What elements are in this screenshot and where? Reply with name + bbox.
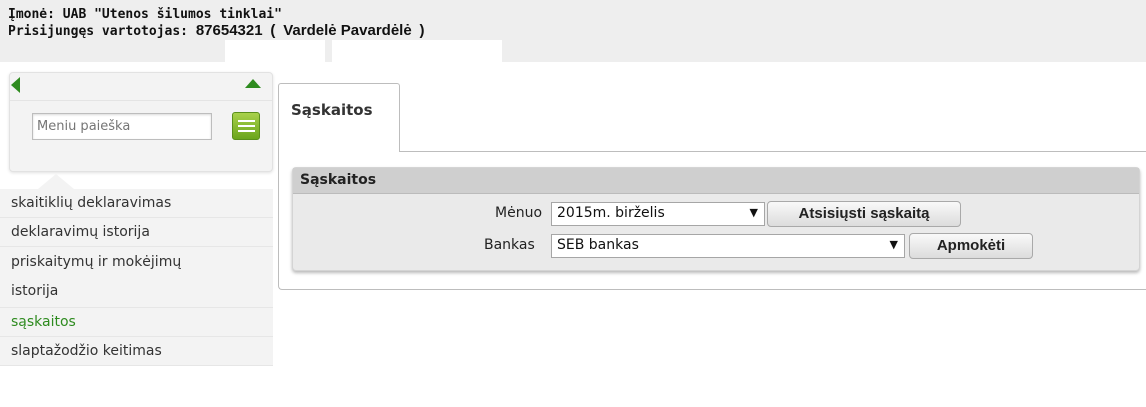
masked-area xyxy=(332,40,502,62)
sidebar-menu: skaitiklių deklaravimas deklaravimų isto… xyxy=(0,189,273,366)
user-prefix: Prisijungęs vartotojas: xyxy=(8,24,189,39)
dropdown-arrow-icon: ▼ xyxy=(749,206,758,219)
sidebar-item-charges-payments-history[interactable]: priskaitymų ir mokėjimų istorija xyxy=(0,247,273,308)
invoices-panel: Sąskaitos Mėnuo 2015m. birželis ▼ Atsisi… xyxy=(292,167,1140,271)
download-invoice-button[interactable]: Atsisiųsti sąskaitą xyxy=(767,201,961,227)
list-icon xyxy=(238,130,255,132)
collapse-up-icon[interactable] xyxy=(245,79,261,88)
menu-list-button[interactable] xyxy=(232,112,260,140)
main-content: Sąskaitos Sąskaitos Mėnuo 2015m. birželi… xyxy=(278,83,1146,290)
sidebar: skaitiklių deklaravimas deklaravimų isto… xyxy=(0,62,280,407)
menu-toolbar xyxy=(9,72,273,172)
sidebar-item-label: istorija xyxy=(11,283,59,299)
sidebar-item-meter-declaration[interactable]: skaitiklių deklaravimas xyxy=(0,189,273,218)
masked-area xyxy=(225,40,325,62)
collapse-left-icon[interactable] xyxy=(11,77,20,93)
user-name: Vardelė Pavardėlė xyxy=(283,22,412,39)
sidebar-item-declaration-history[interactable]: deklaravimų istorija xyxy=(0,218,273,247)
menu-pointer xyxy=(38,174,74,189)
sidebar-item-password-change[interactable]: slaptažodžio keitimas xyxy=(0,337,273,366)
month-label: Mėnuo xyxy=(495,205,543,221)
dropdown-arrow-icon: ▼ xyxy=(889,238,898,251)
panel-title: Sąskaitos xyxy=(293,168,1139,194)
user-name-open: ( xyxy=(270,22,276,39)
bank-value: SEB bankas xyxy=(557,237,639,253)
toolbar-divider xyxy=(10,100,272,101)
company-label: Įmonė: UAB "Utenos šilumos tinklai" xyxy=(8,7,282,22)
user-id: 87654321 xyxy=(195,22,263,39)
list-icon xyxy=(238,125,255,127)
list-icon xyxy=(238,120,255,122)
sidebar-item-invoices[interactable]: sąskaitos xyxy=(0,308,273,337)
menu-search-input[interactable] xyxy=(32,113,212,140)
bank-select[interactable]: SEB bankas ▼ xyxy=(551,234,905,258)
logged-in-user: Prisijungęs vartotojas: 87654321 ( Varde… xyxy=(8,22,425,40)
tab-invoices[interactable]: Sąskaitos xyxy=(278,83,400,152)
month-value: 2015m. birželis xyxy=(557,205,665,221)
page-header: Įmonė: UAB "Utenos šilumos tinklai" Pris… xyxy=(0,0,1146,62)
user-name-close: ) xyxy=(419,22,425,39)
bank-label: Bankas xyxy=(484,237,535,253)
sidebar-item-label: priskaitymų ir mokėjimų xyxy=(11,254,182,270)
pay-button[interactable]: Apmokėti xyxy=(909,233,1033,259)
month-select[interactable]: 2015m. birželis ▼ xyxy=(551,202,765,226)
